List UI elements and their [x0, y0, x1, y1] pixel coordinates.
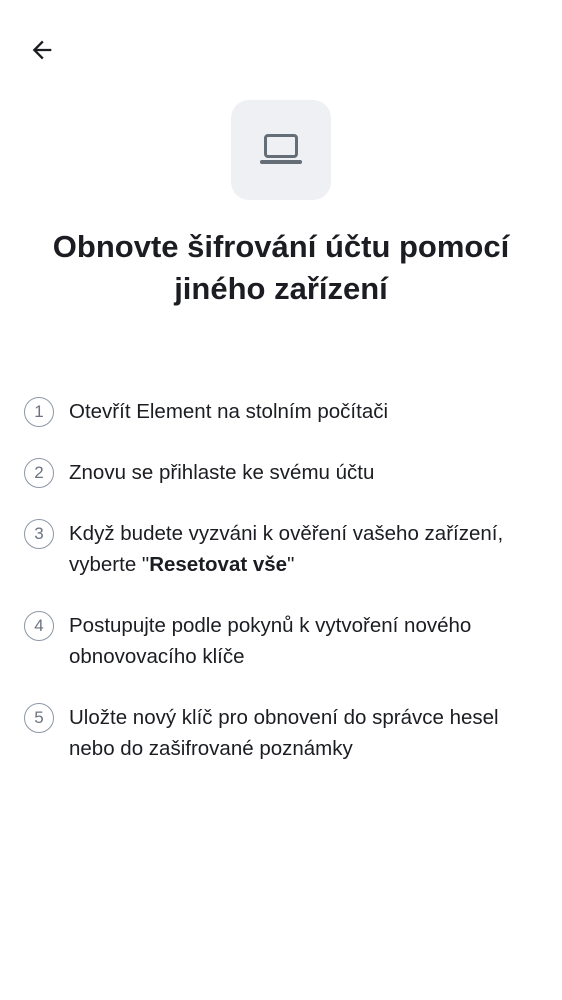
laptop-icon — [260, 134, 302, 164]
step-text-suffix: " — [287, 553, 295, 576]
device-icon-tile — [231, 100, 331, 200]
page-title: Obnovte šifrování účtu pomocí jiného zař… — [52, 229, 510, 306]
step-text: Když budete vyzváni k ověření vašeho zař… — [69, 518, 544, 580]
step-number: 2 — [24, 458, 54, 488]
step-item: 3 Když budete vyzváni k ověření vašeho z… — [24, 518, 544, 580]
step-text-bold: Resetovat vše — [149, 553, 288, 576]
arrow-left-icon — [32, 40, 52, 60]
step-text: Uložte nový klíč pro obnovení do správce… — [69, 706, 499, 760]
step-number: 4 — [24, 611, 54, 641]
step-number: 1 — [24, 397, 54, 427]
step-item: 1 Otevřít Element na stolním počítači — [24, 396, 544, 427]
back-button[interactable] — [20, 28, 64, 72]
instruction-steps: 1 Otevřít Element na stolním počítači 2 … — [24, 396, 544, 794]
step-item: 5 Uložte nový klíč pro obnovení do správ… — [24, 702, 544, 764]
step-text: Postupujte podle pokynů k vytvoření nové… — [69, 614, 472, 668]
step-number: 3 — [24, 519, 54, 549]
step-item: 4 Postupujte podle pokynů k vytvoření no… — [24, 610, 544, 672]
step-text: Znovu se přihlaste ke svému účtu — [69, 461, 375, 484]
step-number: 5 — [24, 703, 54, 733]
step-text: Otevřít Element na stolním počítači — [69, 400, 389, 423]
step-item: 2 Znovu se přihlaste ke svému účtu — [24, 457, 544, 488]
